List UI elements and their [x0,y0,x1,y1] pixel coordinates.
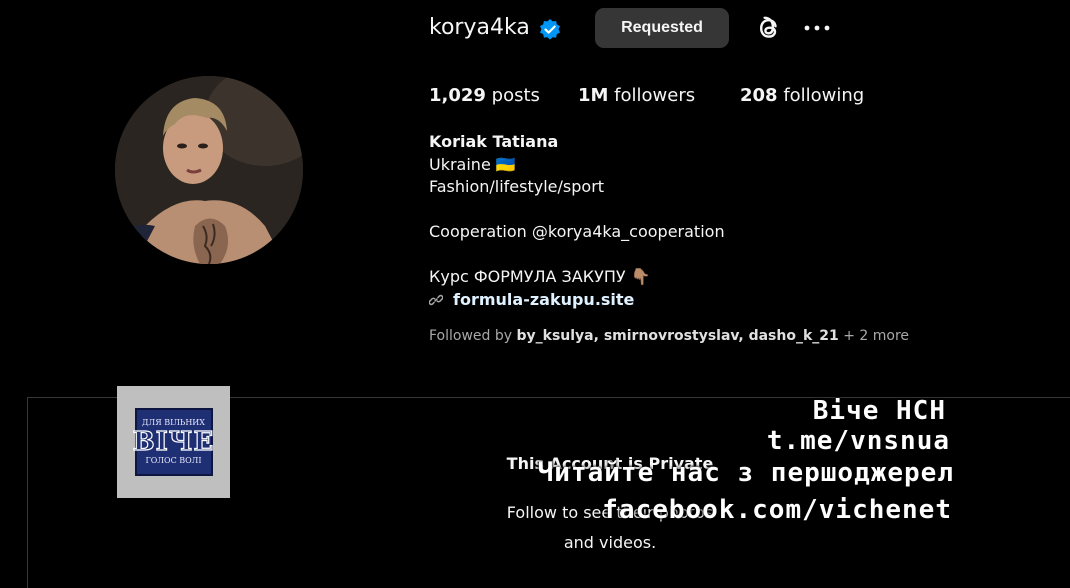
threads-icon[interactable] [755,13,783,43]
bio-line-cooperation: Cooperation @korya4ka_cooperation [429,222,725,241]
watermark-logo-plate: ДЛЯ ВІЛЬНИХ ВІЧЕ ГОЛОС ВОЛІ [132,408,215,476]
profile-username: korya4ka [429,15,530,40]
profile-full-name: Koriak Tatiana [429,132,559,151]
watermark-logo-bottom-text: ГОЛОС ВОЛІ [145,456,202,465]
bio-line-location: Ukraine 🇺🇦 [429,155,516,174]
verified-badge-icon [540,19,560,40]
watermark-line-3: Читайте нас з першоджерел [537,458,954,488]
watermark-logo-title: ВІЧЕ [132,427,215,457]
watermark-line-4: facebook.com/vichenet [602,495,952,525]
followed-by-text[interactable]: Followed by by_ksulya, smirnovrostyslav,… [429,326,909,346]
bio-line-course: Курс ФОРМУЛА ЗАКУПУ 👇🏽 [429,267,651,286]
watermark-line-2: t.me/vnsnua [766,426,950,456]
following-link[interactable]: 208 following [740,84,864,108]
more-options-icon[interactable] [802,20,832,36]
bio-link[interactable]: formula-zakupu.site [429,289,634,311]
followers-link[interactable]: 1M followers [578,84,695,108]
avatar-portrait-image [115,76,303,264]
bio-link-text[interactable]: formula-zakupu.site [453,289,634,311]
requested-button[interactable]: Requested [595,8,729,48]
watermark-logo: ДЛЯ ВІЛЬНИХ ВІЧЕ ГОЛОС ВОЛІ [117,386,230,498]
watermark-line-1: Віче НСН [812,396,946,426]
bio-line-category: Fashion/lifestyle/sport [429,177,605,196]
link-icon [429,294,443,306]
posts-count: 1,029 posts [429,85,540,106]
profile-avatar[interactable] [115,76,303,264]
